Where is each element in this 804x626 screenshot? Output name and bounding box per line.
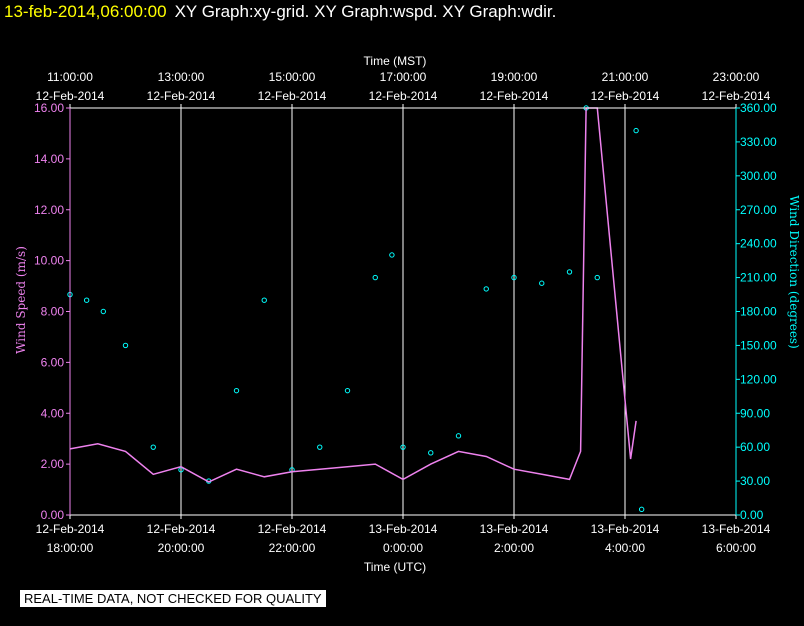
right-tick-label: 90.00: [740, 406, 770, 420]
wdir-point: [372, 274, 378, 281]
bottom-tick-time-label: 6:00:00: [716, 541, 756, 555]
wdir-point: [344, 387, 351, 394]
wdir-point: [317, 444, 323, 450]
wdir-point: [483, 286, 489, 292]
bottom-tick-date-label: 12-Feb-2014: [36, 522, 105, 536]
right-tick-label: 180.00: [740, 305, 777, 319]
left-tick-label: 12.00: [34, 203, 64, 217]
bottom-tick-time-label: 0:00:00: [383, 541, 423, 555]
right-tick-label: 120.00: [740, 372, 777, 386]
right-tick-label: 270.00: [740, 203, 777, 217]
top-tick-time-label: 19:00:00: [491, 70, 538, 84]
left-tick-label: 8.00: [41, 305, 65, 319]
top-tick-date-label: 12-Feb-2014: [591, 89, 660, 103]
bottom-tick-date-label: 12-Feb-2014: [258, 522, 327, 536]
xy-chart: 11:00:00 12-Feb-2014 13:00:00 12-Feb-2014 15…: [14, 54, 801, 574]
top-tick-time-label: 23:00:00: [713, 70, 760, 84]
wdir-point: [83, 297, 90, 303]
bottom-tick-date-label: 13-Feb-2014: [480, 522, 549, 536]
grid-lines: [69, 108, 737, 515]
left-tick-label: 16.00: [34, 101, 64, 115]
wdir-point: [638, 506, 645, 513]
top-tick-time-label: 11:00:00: [47, 70, 93, 84]
wspd-line: [69, 107, 637, 483]
top-tick-time-label: 21:00:00: [602, 70, 649, 84]
wdir-point: [566, 269, 573, 275]
wdir-point: [428, 450, 434, 456]
top-tick-time-label: 15:00:00: [269, 70, 316, 84]
wdir-point: [594, 274, 600, 281]
tick-labels-layer: 11:00:00 12-Feb-2014 13:00:00 12-Feb-2014 15…: [34, 70, 777, 555]
bottom-tick-time-label: 2:00:00: [494, 541, 534, 555]
wdir-point: [122, 342, 129, 349]
bottom-tick-date-label: 12-Feb-2014: [147, 522, 216, 536]
left-axis-title: Wind Speed (m/s): [14, 246, 28, 354]
quality-disclaimer: REAL-TIME DATA, NOT CHECKED FOR QUALITY: [20, 590, 326, 607]
top-tick-time-label: 13:00:00: [158, 70, 205, 84]
right-tick-label: 210.00: [740, 271, 777, 285]
right-tick-label: 150.00: [740, 338, 777, 352]
top-axis-title: Time (MST): [364, 54, 427, 68]
wdir-point: [150, 444, 156, 450]
wdir-point: [233, 387, 240, 394]
wdir-point: [539, 280, 545, 286]
bottom-tick-time-label: 22:00:00: [269, 541, 316, 555]
wdir-point: [633, 127, 639, 134]
wdir-point: [389, 252, 395, 258]
left-tick-label: 0.00: [41, 508, 65, 522]
bottom-tick-date-label: 13-Feb-2014: [369, 522, 438, 536]
bottom-tick-time-label: 20:00:00: [158, 541, 205, 555]
right-tick-label: 300.00: [740, 169, 777, 183]
bottom-tick-date-label: 13-Feb-2014: [591, 522, 660, 536]
top-tick-date-label: 12-Feb-2014: [369, 89, 438, 103]
right-axis-title: Wind Direction (degrees): [787, 195, 801, 349]
wdir-point: [100, 308, 107, 315]
left-tick-label: 10.00: [34, 254, 64, 268]
left-tick-label: 14.00: [34, 152, 64, 166]
bottom-axis-title: Time (UTC): [364, 560, 426, 574]
top-tick-date-label: 12-Feb-2014: [258, 89, 327, 103]
right-tick-label: 0.00: [740, 508, 764, 522]
top-tick-time-label: 17:00:00: [380, 70, 427, 84]
right-tick-label: 240.00: [740, 237, 777, 251]
right-tick-label: 60.00: [740, 440, 770, 454]
left-tick-label: 2.00: [41, 457, 65, 471]
bottom-tick-date-label: 13-Feb-2014: [702, 522, 771, 536]
series-layer: [67, 105, 645, 513]
top-tick-date-label: 12-Feb-2014: [147, 89, 216, 103]
left-tick-label: 6.00: [41, 355, 65, 369]
bottom-tick-time-label: 4:00:00: [605, 541, 645, 555]
left-tick-label: 4.00: [41, 406, 65, 420]
right-tick-label: 30.00: [740, 474, 770, 488]
wdir-point: [261, 297, 267, 303]
right-tick-label: 360.00: [740, 101, 777, 115]
top-tick-date-label: 12-Feb-2014: [480, 89, 549, 103]
wdir-point: [455, 433, 462, 439]
right-tick-label: 330.00: [740, 135, 777, 149]
bottom-tick-time-label: 18:00:00: [47, 541, 94, 555]
